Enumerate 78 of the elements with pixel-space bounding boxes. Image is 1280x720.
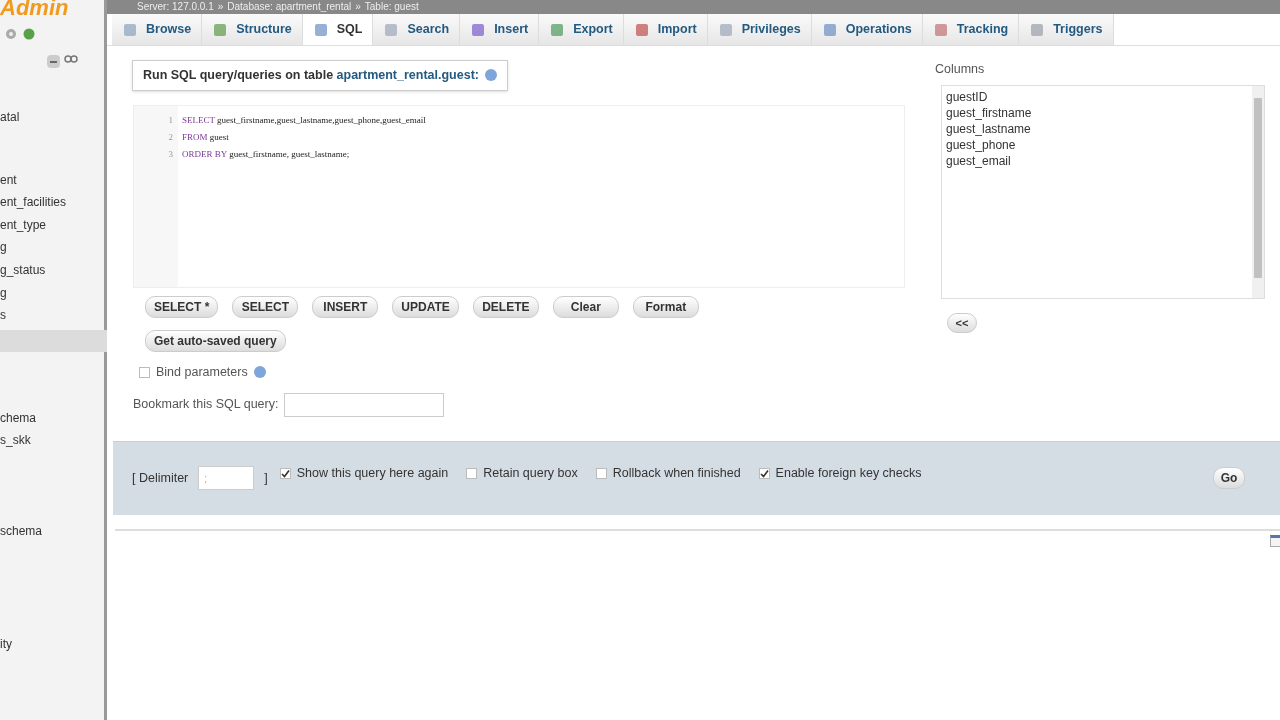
column-item[interactable]: guest_lastname [946,120,1252,137]
breadcrumb-separator: » [355,2,361,12]
checkbox[interactable] [595,467,607,479]
go-button[interactable]: Go [1213,467,1245,489]
panel-title: Run SQL query/queries on table apartment_rental.guest: [143,67,479,84]
sidebar-item[interactable]: chema [0,406,104,430]
tab-icon [633,21,650,38]
sidebar-item[interactable]: ent_facilities [0,191,104,214]
tab[interactable]: Structure [202,14,303,45]
checkbox[interactable] [466,467,478,479]
sidebar-item[interactable]: s_skk [0,429,104,452]
sidebar-item[interactable]: ent_type [0,213,104,237]
delimiter-bracket: ] [264,469,268,487]
tab-icon [549,21,566,38]
code-line: ORDER BY guest_firstname, guest_lastname; [182,147,351,161]
breadcrumb-separator: » [217,2,224,12]
columns-list[interactable]: guestID guest_firstname guest_lastname guest_phone guest_email [941,84,1265,299]
line-number: 1 [168,113,173,127]
tab-icon [470,21,487,38]
query-button[interactable]: UPDATE [392,295,459,318]
sidebar-item[interactable]: s [0,304,104,327]
column-item[interactable]: guest_firstname [946,104,1252,121]
tab-icon [312,21,329,38]
checkbox[interactable] [139,366,150,378]
sql-editor[interactable]: 1 2 3 SELECT guest_firstname,guest_lastname,guest_phone,guest_email FROM guest ORDER BY guest_firstname, guest_lastname; [133,104,905,288]
tab-icon [383,21,400,38]
tab-icon [821,21,838,38]
option-label: Show this query here again [296,464,449,482]
sidebar-item[interactable]: ent [0,168,104,192]
column-item[interactable]: guestID [946,88,1252,105]
column-item[interactable]: guest_email [946,152,1252,169]
sidebar-item[interactable]: g [0,236,104,259]
query-button[interactable]: Clear [552,295,619,318]
tab[interactable]: Export [539,14,624,45]
tab-icon [212,21,229,38]
option-label: Enable foreign key checks [775,464,922,482]
tab[interactable]: Tracking [922,14,1020,45]
auto-saved-query-button[interactable]: Get auto-saved query [145,329,286,352]
delimiter-label: [ Delimiter [132,469,189,487]
columns-title: Columns [935,61,986,78]
insert-column-button[interactable]: << [947,312,977,333]
query-button[interactable]: SELECT [232,295,299,318]
column-item[interactable]: guest_phone [946,136,1252,153]
window-icon[interactable] [1270,534,1280,547]
link-icon[interactable] [64,55,78,63]
sidebar-item[interactable]: atal [0,106,104,129]
collapse-icon[interactable] [47,55,60,68]
sidebar-item[interactable]: schema [0,519,104,543]
tab-icon [1029,21,1046,38]
tab-icon [932,21,949,38]
query-button[interactable]: SELECT * [145,295,219,318]
option-label: Rollback when finished [612,464,741,482]
checkbox[interactable] [279,467,291,479]
tab[interactable]: Import [623,14,708,45]
tab[interactable]: Insert [460,14,540,45]
line-number: 2 [168,130,173,144]
sidebar-item[interactable]: g_status [0,258,104,282]
sidebar-item[interactable]: g [0,281,104,305]
query-button[interactable]: Format [632,295,699,318]
bookmark-label: Bookmark this SQL query: [133,396,279,414]
option-label: Retain query box [483,464,578,482]
query-button[interactable]: INSERT [312,295,379,318]
tab[interactable]: Browse [112,14,203,45]
tab[interactable]: Privileges [707,14,812,45]
checkbox[interactable] [758,467,770,479]
query-button[interactable]: DELETE [472,295,539,318]
tab[interactable]: Operations [811,14,923,45]
tab[interactable]: Triggers [1019,14,1114,45]
tab-icon [122,21,138,38]
bookmark-field[interactable] [284,392,445,417]
line-number: 3 [168,147,173,161]
tab-icon [717,21,734,38]
bind-parameters-label: Bind parameters [156,363,248,381]
scrollbar[interactable] [1252,85,1264,298]
code-line: SELECT guest_firstname,guest_lastname,guest_phone,guest_email [182,113,426,127]
code-line: FROM guest [182,130,230,144]
sidebar-item[interactable]: ity [0,632,104,656]
tab[interactable]: Search [373,14,461,45]
